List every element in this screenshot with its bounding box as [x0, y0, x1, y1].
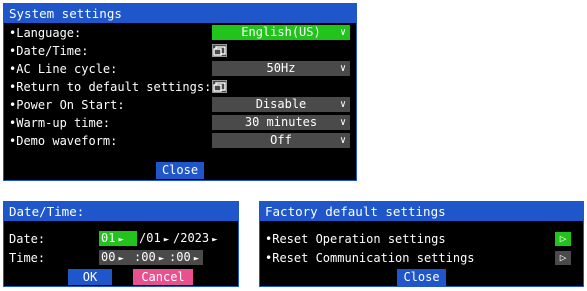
datetime-title: Date/Time: — [4, 202, 238, 221]
hour-spinner[interactable]: 00 ► — [99, 250, 133, 265]
right-arrow-icon: ► — [163, 235, 170, 245]
minute-value: :00 — [134, 250, 156, 264]
power-on-dropdown[interactable]: Disable ∨ — [212, 97, 350, 112]
chevron-down-icon: ∨ — [339, 99, 346, 110]
factory-close-button[interactable]: Close — [397, 269, 446, 286]
factory-default-title: Factory default settings — [260, 202, 583, 221]
warmup-dropdown[interactable]: 30 minutes ∨ — [212, 115, 350, 130]
settings-row-demo: •Demo waveform: Off ∨ — [4, 132, 356, 150]
chevron-down-icon: ∨ — [339, 117, 346, 128]
demo-waveform-value: Off — [270, 133, 292, 147]
date-row: Date: 01 ► /01 ► /2023 ► — [4, 230, 238, 248]
play-icon[interactable]: ▷ — [555, 232, 571, 246]
settings-close-bar: Close — [4, 162, 356, 179]
demo-waveform-dropdown[interactable]: Off ∨ — [212, 133, 350, 148]
second-spinner[interactable]: :00 ► — [167, 250, 203, 265]
settings-row-power-on: •Power On Start: Disable ∨ — [4, 96, 356, 114]
factory-default-panel: Factory default settings •Reset Operatio… — [259, 201, 584, 287]
chevron-down-icon: ∨ — [339, 135, 346, 146]
reset-communication-label: •Reset Communication settings — [265, 251, 475, 265]
language-value: English(US) — [241, 25, 321, 39]
default-settings-label: •Return to default settings: — [9, 80, 212, 94]
year-value: /2023 — [173, 231, 210, 245]
factory-close-bar: Close — [260, 269, 583, 286]
date-label: Date: — [9, 232, 46, 246]
settings-row-default: •Return to default settings: — [4, 78, 356, 96]
reset-operation-row: •Reset Operation settings ▷ — [260, 230, 583, 248]
power-on-value: Disable — [255, 97, 307, 111]
month-value: /01 — [139, 231, 161, 245]
play-icon[interactable]: ▷ — [555, 251, 571, 265]
ac-line-label: •AC Line cycle: — [9, 62, 118, 76]
datetime-label: •Date/Time: — [9, 44, 89, 58]
second-value: :00 — [169, 250, 191, 264]
reset-operation-label: •Reset Operation settings — [265, 232, 446, 246]
year-spinner[interactable]: /2023 ► — [171, 231, 231, 246]
day-spinner[interactable]: 01 ► — [99, 231, 137, 246]
settings-row-ac-line: •AC Line cycle: 50Hz ∨ — [4, 60, 356, 78]
minute-spinner[interactable]: :00 ► — [132, 250, 168, 265]
datetime-panel: Date/Time: Date: 01 ► /01 ► /2023 ► Time: 0… — [3, 201, 239, 287]
right-arrow-icon: ► — [118, 235, 124, 245]
warmup-value: 30 minutes — [244, 115, 318, 129]
cancel-button[interactable]: Cancel — [133, 269, 193, 285]
ac-line-dropdown[interactable]: 50Hz ∨ — [212, 61, 350, 76]
right-arrow-icon: ► — [118, 254, 124, 264]
reset-communication-row: •Reset Communication settings ▷ — [260, 249, 583, 267]
day-value: 01 — [101, 231, 116, 245]
settings-row-language: •Language: English(US) ∨ — [4, 24, 356, 42]
right-arrow-icon: ► — [158, 254, 165, 264]
chevron-down-icon: ∨ — [339, 63, 346, 74]
time-row: Time: 00 ► :00 ► :00 ► — [4, 249, 238, 267]
right-arrow-icon: ► — [193, 254, 200, 264]
language-dropdown[interactable]: English(US) ∨ — [212, 25, 350, 40]
window-icon[interactable] — [212, 80, 227, 93]
language-label: •Language: — [9, 26, 82, 40]
chevron-down-icon: ∨ — [339, 27, 346, 38]
window-icon[interactable] — [212, 44, 227, 57]
time-label: Time: — [9, 251, 46, 265]
system-settings-title: System settings — [4, 4, 356, 23]
warmup-label: •Warm-up time: — [9, 116, 111, 130]
ok-button[interactable]: OK — [68, 269, 112, 285]
power-on-label: •Power On Start: — [9, 98, 125, 112]
ac-line-value: 50Hz — [266, 61, 296, 75]
right-arrow-icon: ► — [212, 235, 218, 245]
hour-value: 00 — [101, 250, 116, 264]
system-settings-panel: System settings •Language: English(US) ∨… — [3, 3, 357, 181]
settings-row-warmup: •Warm-up time: 30 minutes ∨ — [4, 114, 356, 132]
settings-row-datetime: •Date/Time: — [4, 42, 356, 60]
demo-waveform-label: •Demo waveform: — [9, 134, 118, 148]
settings-close-button[interactable]: Close — [155, 162, 205, 179]
